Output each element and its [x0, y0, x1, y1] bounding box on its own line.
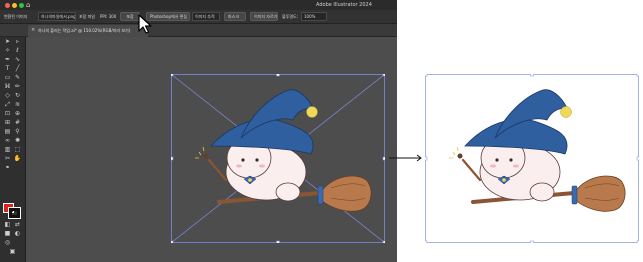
- direct-selection-icon[interactable]: ▹: [13, 38, 22, 46]
- screen: ⌂ Adobe Illustrator 2024 변환된 이미지 하나의파일에서…: [0, 0, 643, 262]
- mesh-icon[interactable]: #: [13, 119, 22, 127]
- symbol-sprayer-icon[interactable]: ✺: [13, 137, 22, 145]
- width-icon[interactable]: ≋: [13, 101, 22, 109]
- document-tab-bar: × 하나의 플러는 작업.ai* @ 150.02%(RGB/미리 보기): [0, 24, 397, 37]
- shaper-icon[interactable]: ⌘: [3, 83, 12, 91]
- tools-panel: ➤ ▹ ✧ ℓ ✒ ∿ T ╱ ▭ ✎ ⌘ ✏ ◇ ↻ ⤢ ≋ ⊡ ⊕ ⊞ # …: [0, 37, 26, 262]
- crop-image-button[interactable]: 이미지 자르기: [250, 12, 278, 21]
- magic-wand-icon[interactable]: ✧: [3, 47, 12, 55]
- curvature-icon[interactable]: ∿: [13, 56, 22, 64]
- screen-mode-icon[interactable]: ▣: [8, 248, 17, 256]
- linked-file-field[interactable]: 하나의파일에서.png: [38, 12, 76, 21]
- control-label-linked-image: 변환된 이미지: [4, 14, 28, 19]
- paintbrush-icon[interactable]: ✎: [13, 74, 22, 82]
- gradient-icon[interactable]: ▤: [3, 128, 12, 136]
- witch-illustration: [195, 89, 372, 212]
- draw-mode-icon[interactable]: ◎: [3, 239, 12, 247]
- rectangle-icon[interactable]: ▭: [3, 74, 12, 82]
- home-icon[interactable]: ⌂: [26, 1, 34, 9]
- gradient-mode-icon[interactable]: ◐: [13, 230, 22, 238]
- witch-illustration: [449, 89, 626, 212]
- control-bar: 변환된 이미지 하나의파일에서.png 포함 파일 PPI: 300 포함 Ph…: [0, 10, 397, 24]
- rotate-icon[interactable]: ↻: [13, 92, 22, 100]
- linked-image-before[interactable]: [171, 74, 385, 243]
- opacity-label: 불투명도:: [282, 14, 299, 19]
- column-graph-icon[interactable]: ▥: [3, 146, 12, 154]
- selection-icon[interactable]: ➤: [3, 38, 12, 46]
- type-icon[interactable]: T: [3, 65, 12, 73]
- default-colors-icon[interactable]: ◧: [3, 221, 12, 229]
- lasso-icon[interactable]: ℓ: [13, 47, 22, 55]
- window-title: Adobe Illustrator 2024: [316, 2, 372, 8]
- close-window-button[interactable]: [5, 3, 10, 8]
- blend-icon[interactable]: ∞: [3, 137, 12, 145]
- document-tab-label: 하나의 플러는 작업.ai* @ 150.02%(RGB/미리 보기): [38, 28, 131, 33]
- transition-arrow-icon: [389, 154, 422, 162]
- color-mode-icon[interactable]: ■: [3, 230, 12, 238]
- eyedropper-icon[interactable]: ⚲: [13, 128, 22, 136]
- close-tab-icon[interactable]: ×: [31, 27, 35, 33]
- embedded-image-after[interactable]: [425, 74, 639, 243]
- pen-icon[interactable]: ✒: [3, 56, 12, 64]
- perspective-icon[interactable]: ⊞: [3, 119, 12, 127]
- minimize-window-button[interactable]: [12, 3, 17, 8]
- image-trace-button[interactable]: 이미지 추적: [192, 12, 220, 21]
- shape-builder-icon[interactable]: ⊕: [13, 110, 22, 118]
- control-label-embedded-file: 포함 파일: [79, 14, 95, 19]
- title-bar: ⌂ Adobe Illustrator 2024: [0, 0, 397, 10]
- opacity-field[interactable]: 100%: [301, 12, 327, 21]
- maximize-window-button[interactable]: [19, 3, 24, 8]
- eraser-icon[interactable]: ◇: [3, 92, 12, 100]
- edit-in-photoshop-button[interactable]: Photoshop에서 편집: [146, 12, 190, 21]
- slice-icon[interactable]: ✂: [3, 155, 12, 163]
- zoom-icon[interactable]: ⚭: [3, 164, 12, 172]
- stroke-color-swatch[interactable]: [8, 207, 21, 219]
- scale-icon[interactable]: ⤢: [3, 101, 12, 109]
- artboard-icon[interactable]: ⬚: [13, 146, 22, 154]
- control-label-ppi: PPI: 300: [100, 14, 117, 19]
- hand-icon[interactable]: ✋: [13, 155, 22, 163]
- mouse-cursor-icon: [138, 14, 152, 34]
- document-tab[interactable]: × 하나의 플러는 작업.ai* @ 150.02%(RGB/미리 보기): [28, 25, 148, 37]
- free-transform-icon[interactable]: ⊡: [3, 110, 12, 118]
- swap-colors-icon[interactable]: ⇄: [13, 221, 22, 229]
- mask-button[interactable]: 마스크: [224, 12, 246, 21]
- pencil-icon[interactable]: ✏: [13, 83, 22, 91]
- embed-button[interactable]: 포함: [120, 12, 140, 21]
- line-icon[interactable]: ╱: [13, 65, 22, 73]
